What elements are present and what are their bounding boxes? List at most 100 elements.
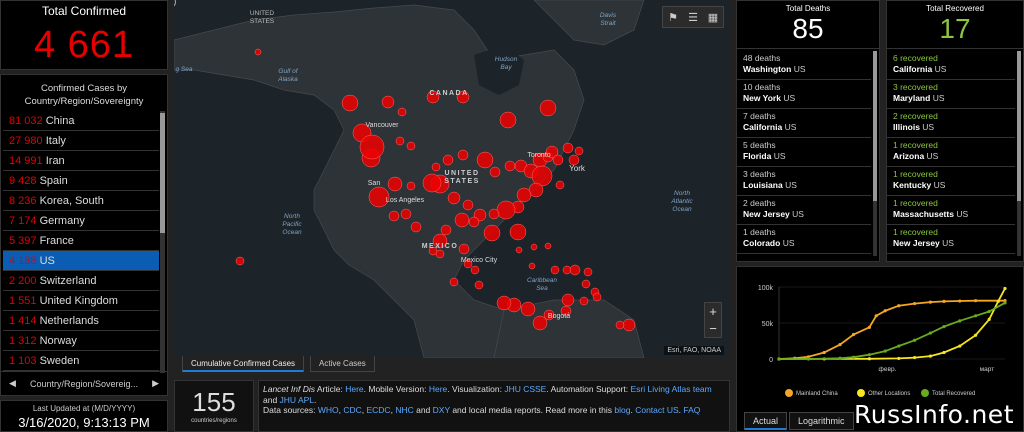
case-bubble[interactable]: [583, 267, 593, 277]
case-bubble[interactable]: [474, 280, 484, 290]
link-jhu-csse[interactable]: JHU CSSE: [504, 384, 546, 394]
case-bubble[interactable]: [388, 210, 400, 222]
case-bubble[interactable]: [562, 142, 574, 154]
link-jhu-apl[interactable]: JHU APL: [280, 395, 315, 405]
case-bubble[interactable]: [555, 180, 565, 190]
case-bubble[interactable]: [395, 136, 405, 146]
country-list-scrollbar[interactable]: [160, 111, 165, 373]
case-bubble[interactable]: [539, 99, 557, 117]
case-bubble[interactable]: [254, 48, 262, 56]
case-bubble[interactable]: [431, 162, 441, 172]
link-contact-us[interactable]: Contact US: [635, 405, 678, 415]
case-bubble[interactable]: [530, 243, 538, 251]
scrollbar-thumb[interactable]: [160, 113, 165, 233]
case-bubble[interactable]: [515, 246, 523, 254]
country-list-item[interactable]: 1 103 Sweden: [3, 351, 159, 371]
chevron-right-icon[interactable]: ▶: [152, 378, 159, 389]
case-bubble[interactable]: [579, 296, 589, 306]
link-who[interactable]: WHO: [318, 405, 339, 415]
case-bubble[interactable]: [457, 149, 469, 161]
case-bubble[interactable]: [592, 292, 602, 302]
case-bubble[interactable]: [458, 243, 470, 255]
case-bubble[interactable]: [462, 199, 474, 211]
case-bubble[interactable]: [476, 151, 494, 169]
map-view[interactable]: ⌂ UNITED STATES Davis Strait g Sea Gulf …: [174, 0, 730, 358]
case-bubble[interactable]: [499, 111, 517, 129]
deaths-scrollbar[interactable]: [873, 51, 877, 256]
case-bubble[interactable]: [509, 223, 527, 241]
deaths-list-item[interactable]: 1 deaths Colorado US: [737, 225, 871, 254]
case-bubble[interactable]: [550, 265, 560, 275]
case-bubble[interactable]: [359, 134, 385, 160]
case-bubble[interactable]: [381, 95, 395, 109]
link-esri-team[interactable]: Esri Living Atlas team: [630, 384, 711, 394]
case-bubble[interactable]: [483, 224, 501, 242]
link-nhc[interactable]: NHC: [395, 405, 413, 415]
case-bubble[interactable]: [581, 279, 591, 289]
case-bubble[interactable]: [449, 277, 459, 287]
country-list-item[interactable]: 4 138 US: [3, 251, 159, 271]
country-list-item[interactable]: 1 312 Norway: [3, 331, 159, 351]
recovered-list-item[interactable]: 1 recovered Massachusetts US: [887, 196, 1015, 225]
link-blog[interactable]: blog: [614, 405, 630, 415]
case-bubble[interactable]: [468, 216, 480, 228]
link-article-here[interactable]: Here: [345, 384, 363, 394]
link-cdc[interactable]: CDC: [343, 405, 361, 415]
case-bubble[interactable]: [442, 154, 454, 166]
case-bubble[interactable]: [488, 208, 500, 220]
deaths-list-item[interactable]: 5 deaths Florida US: [737, 138, 871, 167]
tab-actual[interactable]: Actual: [744, 412, 788, 430]
country-list-item[interactable]: 2 200 Switzerland: [3, 271, 159, 291]
country-list-item[interactable]: 9 428 Spain: [3, 171, 159, 191]
case-bubble[interactable]: [447, 191, 461, 205]
case-bubble[interactable]: [406, 181, 416, 191]
recovered-list-item[interactable]: 6 recovered California US: [887, 51, 1015, 80]
recovered-list-item[interactable]: 1 recovered Kentucky US: [887, 167, 1015, 196]
scrollbar-thumb[interactable]: [873, 51, 877, 201]
chevron-left-icon[interactable]: ◀: [9, 378, 16, 389]
case-bubble[interactable]: [435, 249, 445, 259]
case-bubble[interactable]: [496, 200, 516, 220]
case-bubble[interactable]: [387, 176, 403, 192]
case-bubble[interactable]: [406, 141, 416, 151]
recovered-list-item[interactable]: 1 recovered New Jersey US: [887, 225, 1015, 254]
case-bubble[interactable]: [496, 295, 512, 311]
case-bubble[interactable]: [574, 146, 584, 156]
case-bubble[interactable]: [235, 256, 245, 266]
country-list-item[interactable]: 8 236 Korea, South: [3, 191, 159, 211]
zoom-out-button[interactable]: −: [705, 320, 721, 337]
tab-logarithmic[interactable]: Logarithmic: [789, 412, 854, 430]
link-faq[interactable]: FAQ: [683, 405, 700, 415]
zoom-in-button[interactable]: +: [705, 303, 721, 320]
case-bubble[interactable]: [516, 187, 532, 203]
case-bubble[interactable]: [400, 208, 412, 220]
basemap-gallery-icon[interactable]: ▦: [703, 7, 723, 27]
scrollbar-thumb[interactable]: [1017, 51, 1021, 201]
case-bubble[interactable]: [520, 301, 536, 317]
case-bubble[interactable]: [489, 166, 501, 178]
case-bubble[interactable]: [341, 94, 359, 112]
link-mobile-here[interactable]: Here: [429, 384, 447, 394]
tab-cumulative-confirmed[interactable]: Cumulative Confirmed Cases: [182, 356, 305, 372]
tab-active-cases[interactable]: Active Cases: [310, 356, 375, 372]
country-list-item[interactable]: 14 991 Iran: [3, 151, 159, 171]
deaths-list-item[interactable]: 3 deaths Louisiana US: [737, 167, 871, 196]
deaths-list-item[interactable]: 2 deaths New Jersey US: [737, 196, 871, 225]
case-bubble[interactable]: [397, 107, 407, 117]
country-list-item[interactable]: 27 980 Italy: [3, 131, 159, 151]
recovered-list-item[interactable]: 2 recovered Illinois US: [887, 109, 1015, 138]
case-bubble[interactable]: [422, 173, 442, 193]
country-list-item[interactable]: 1 551 United Kingdom: [3, 291, 159, 311]
bookmark-icon[interactable]: ⚑: [663, 7, 683, 27]
recovered-scrollbar[interactable]: [1017, 51, 1021, 256]
country-list-item[interactable]: 81 032 China: [3, 111, 159, 131]
country-list-item[interactable]: 1 414 Netherlands: [3, 311, 159, 331]
link-ecdc[interactable]: ECDC: [366, 405, 390, 415]
deaths-list-item[interactable]: 7 deaths California US: [737, 109, 871, 138]
case-bubble[interactable]: [622, 318, 636, 332]
case-bubble[interactable]: [615, 320, 625, 330]
case-bubble[interactable]: [504, 160, 516, 172]
case-bubble[interactable]: [410, 221, 422, 233]
case-bubble[interactable]: [440, 224, 452, 236]
case-bubble[interactable]: [569, 264, 581, 276]
